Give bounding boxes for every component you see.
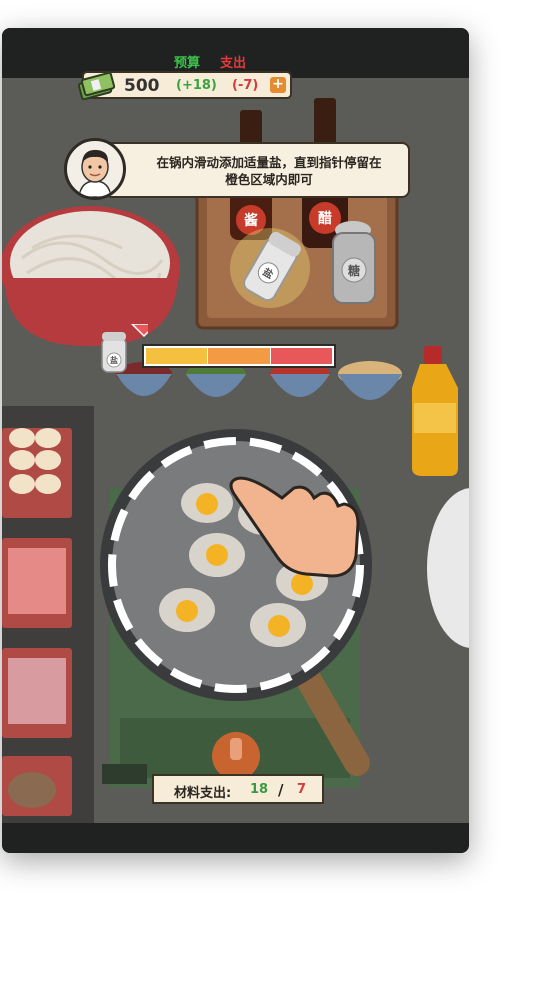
cost-income: 18 [250, 782, 269, 797]
svg-text:盐: 盐 [110, 355, 118, 365]
hint-text: 在锅内滑动添加适量盐，直到指针停留在橙色区域内即可 [156, 155, 382, 187]
cost-label: 材料支出: [174, 786, 232, 801]
svg-text:糖: 糖 [348, 263, 360, 278]
cost-expense: 7 [297, 782, 307, 797]
budget-header: 预算 支出 [174, 52, 266, 71]
sugar-shaker-icon: 糖 [332, 221, 376, 304]
bottom-bar [2, 823, 469, 853]
soy-label: 酱 [244, 212, 258, 229]
chef-avatar [64, 138, 126, 200]
meter-zone-yellow [146, 348, 208, 364]
expense-delta: (-7) [232, 78, 259, 93]
add-money-button[interactable]: + [270, 77, 286, 93]
hint-bubble: 在锅内滑动添加适量盐，直到指针停留在橙色区域内即可 [104, 142, 410, 198]
money-value: 500 [124, 76, 160, 96]
material-cost-panel: 材料支出: 18 / 7 [152, 774, 324, 804]
ingredient-tray [2, 406, 94, 823]
meter-salt-shaker: 盐 [101, 324, 148, 373]
expense-label: 支出 [220, 56, 247, 71]
budget-label: 预算 [174, 56, 201, 71]
money-stack-icon [78, 71, 116, 100]
plus-icon: + [272, 76, 284, 92]
pointer-triangle-icon [130, 324, 148, 338]
hint-panel: 在锅内滑动添加适量盐，直到指针停留在橙色区域内即可 [64, 138, 410, 200]
money-bar: 500 (+18) (-7) + [78, 71, 292, 100]
game-screen: 酱 醋 糖 盐 预算 支出 500 (+18) (-7) + 在锅内滑动添加适量… [2, 28, 469, 853]
cost-separator: / [278, 781, 284, 799]
income-delta: (+18) [176, 78, 217, 93]
meter-zone-red [270, 348, 332, 364]
meter-zone-orange [208, 348, 270, 364]
noodle-basket [2, 206, 180, 347]
vinegar-label: 醋 [318, 210, 332, 227]
salt-meter [142, 344, 336, 368]
